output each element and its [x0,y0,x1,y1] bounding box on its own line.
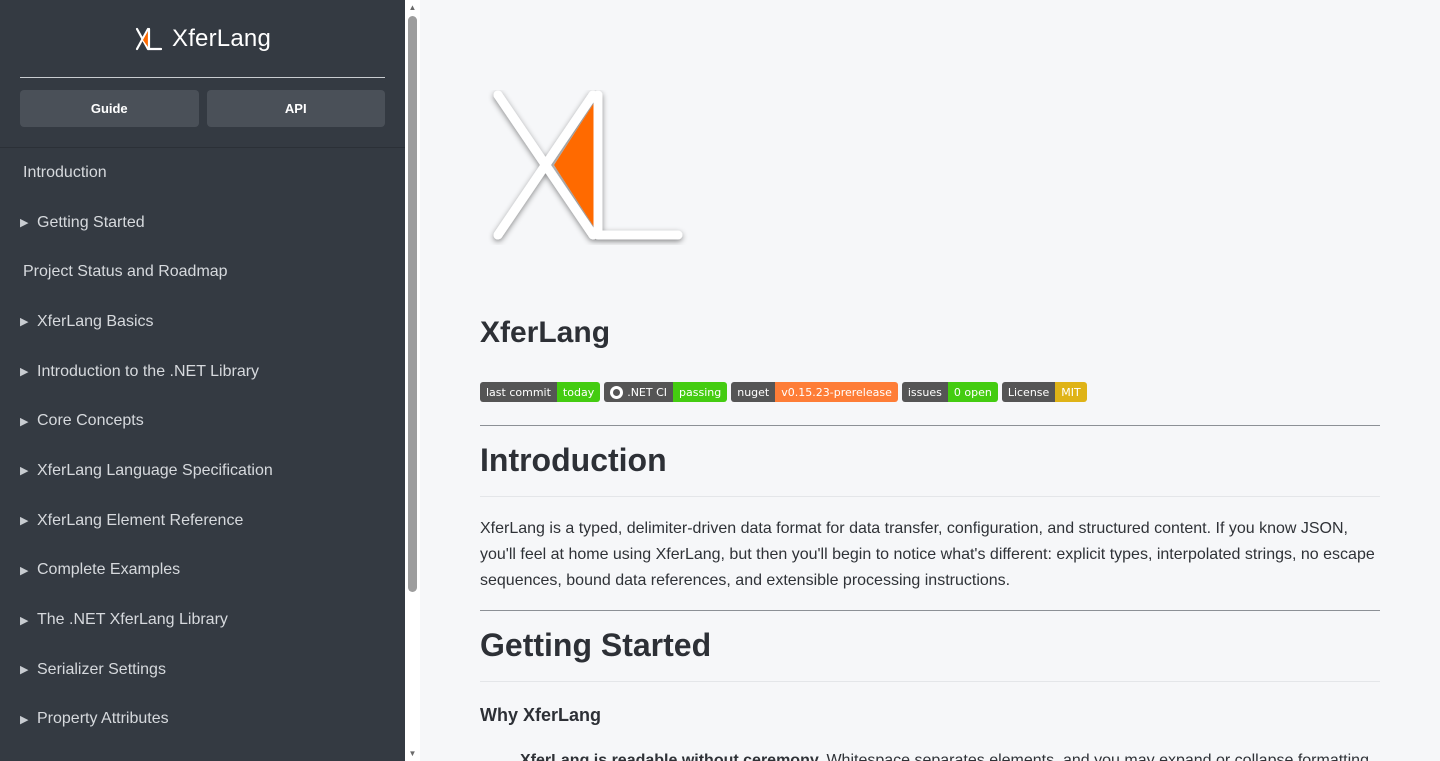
heading-getting-started: Getting Started [480,627,712,663]
heading-underline [480,681,1380,682]
badge-label: License [1001,382,1056,402]
section-divider [480,610,1380,611]
caret-right-icon[interactable]: ▶ [20,663,37,676]
caret-right-icon[interactable]: ▶ [20,365,37,378]
sidebar-item-label: XferLang Element Reference [37,511,244,529]
caret-right-icon[interactable]: ▶ [20,415,37,428]
sidebar-item-label: Introduction to the .NET Library [37,362,260,380]
badge-value: MIT [1055,382,1087,402]
badge-value: passing [673,382,728,402]
sidebar-nav: Introduction ▶ Getting Started Project S… [0,148,405,744]
sidebar-item-label: Getting Started [37,213,145,231]
scroll-up-arrow-icon[interactable]: ▲ [405,0,420,15]
badge-label: nuget [731,382,776,402]
sidebar-item-serializer-settings[interactable]: ▶ Serializer Settings [0,645,405,695]
list-item-bold: XferLang is readable without ceremony. [520,752,822,761]
badge-value: 0 open [947,382,998,402]
badge-license[interactable]: License MIT [1001,382,1087,402]
scrollbar-thumb[interactable] [408,16,417,592]
badge-label: last commit [480,382,557,402]
heading-why-xferlang: Why XferLang [480,705,602,725]
sidebar-buttons: Guide API [0,78,405,148]
sidebar-item-label: Project Status and Roadmap [23,263,228,281]
badge-label-group: .NET CI [604,382,674,402]
sidebar-item-label: Introduction [23,163,107,181]
xferlang-hero-logo [493,90,683,240]
sidebar-item-net-library-intro[interactable]: ▶ Introduction to the .NET Library [0,347,405,397]
sidebar-item-net-library[interactable]: ▶ The .NET XferLang Library [0,595,405,645]
sidebar-item-project-status[interactable]: Project Status and Roadmap [0,247,405,297]
badge-last-commit[interactable]: last commit today [480,382,601,402]
caret-right-icon[interactable]: ▶ [20,216,37,229]
page-title: XferLang [480,316,611,349]
sidebar-item-label: XferLang Basics [37,312,154,330]
sidebar-item-complete-examples[interactable]: ▶ Complete Examples [0,546,405,596]
caret-right-icon[interactable]: ▶ [20,614,37,627]
badge-value: today [556,382,601,402]
caret-right-icon[interactable]: ▶ [20,713,37,726]
heading-underline [480,496,1380,497]
brand-title: XferLang [171,24,271,52]
caret-right-icon[interactable]: ▶ [20,514,37,527]
sidebar-item-getting-started[interactable]: ▶ Getting Started [0,198,405,248]
main-content: XferLang last commit today .NET CI passi… [420,0,1440,761]
sidebar-item-label: The .NET XferLang Library [37,611,228,629]
sidebar-item-label: XferLang Language Specification [37,461,273,479]
badge-net-ci[interactable]: .NET CI passing [604,382,728,402]
sidebar-brand[interactable]: XferLang [20,0,385,78]
list-item-readable: XferLang is readable without ceremony. W… [520,752,1369,761]
sidebar-item-introduction[interactable]: Introduction [0,148,405,198]
scroll-down-arrow-icon[interactable]: ▼ [405,746,420,761]
heading-introduction: Introduction [480,442,667,478]
sidebar-item-core-concepts[interactable]: ▶ Core Concepts [0,396,405,446]
sidebar: XferLang Guide API Introduction ▶ Gettin… [0,0,405,761]
intro-paragraph: XferLang is a typed, delimiter-driven da… [480,520,1375,589]
github-icon [610,385,624,399]
badge-row: last commit today .NET CI passing nuget … [480,382,1087,402]
sidebar-item-language-spec[interactable]: ▶ XferLang Language Specification [0,446,405,496]
badge-issues[interactable]: issues 0 open [901,382,998,402]
sidebar-item-label: Serializer Settings [37,660,166,678]
badge-label: .NET CI [627,385,668,399]
sidebar-scrollbar[interactable]: ▲ ▼ [405,0,420,761]
api-button[interactable]: API [206,90,385,127]
section-divider [480,425,1380,426]
sidebar-item-property-attributes[interactable]: ▶ Property Attributes [0,695,405,745]
caret-right-icon[interactable]: ▶ [20,564,37,577]
sidebar-item-xferlang-basics[interactable]: ▶ XferLang Basics [0,297,405,347]
sidebar-item-element-reference[interactable]: ▶ XferLang Element Reference [0,496,405,546]
guide-button[interactable]: Guide [20,90,199,127]
list-item-text: Whitespace separates elements, and you m… [822,752,1369,761]
sidebar-item-label: Complete Examples [37,561,181,579]
sidebar-item-label: Property Attributes [37,710,169,728]
badge-label: issues [901,382,948,402]
caret-right-icon[interactable]: ▶ [20,315,37,328]
sidebar-item-label: Core Concepts [37,412,144,430]
badge-value: v0.15.23-prerelease [775,382,898,402]
xferlang-logo-icon [135,27,162,50]
badge-nuget[interactable]: nuget v0.15.23-prerelease [731,382,898,402]
caret-right-icon[interactable]: ▶ [20,464,37,477]
